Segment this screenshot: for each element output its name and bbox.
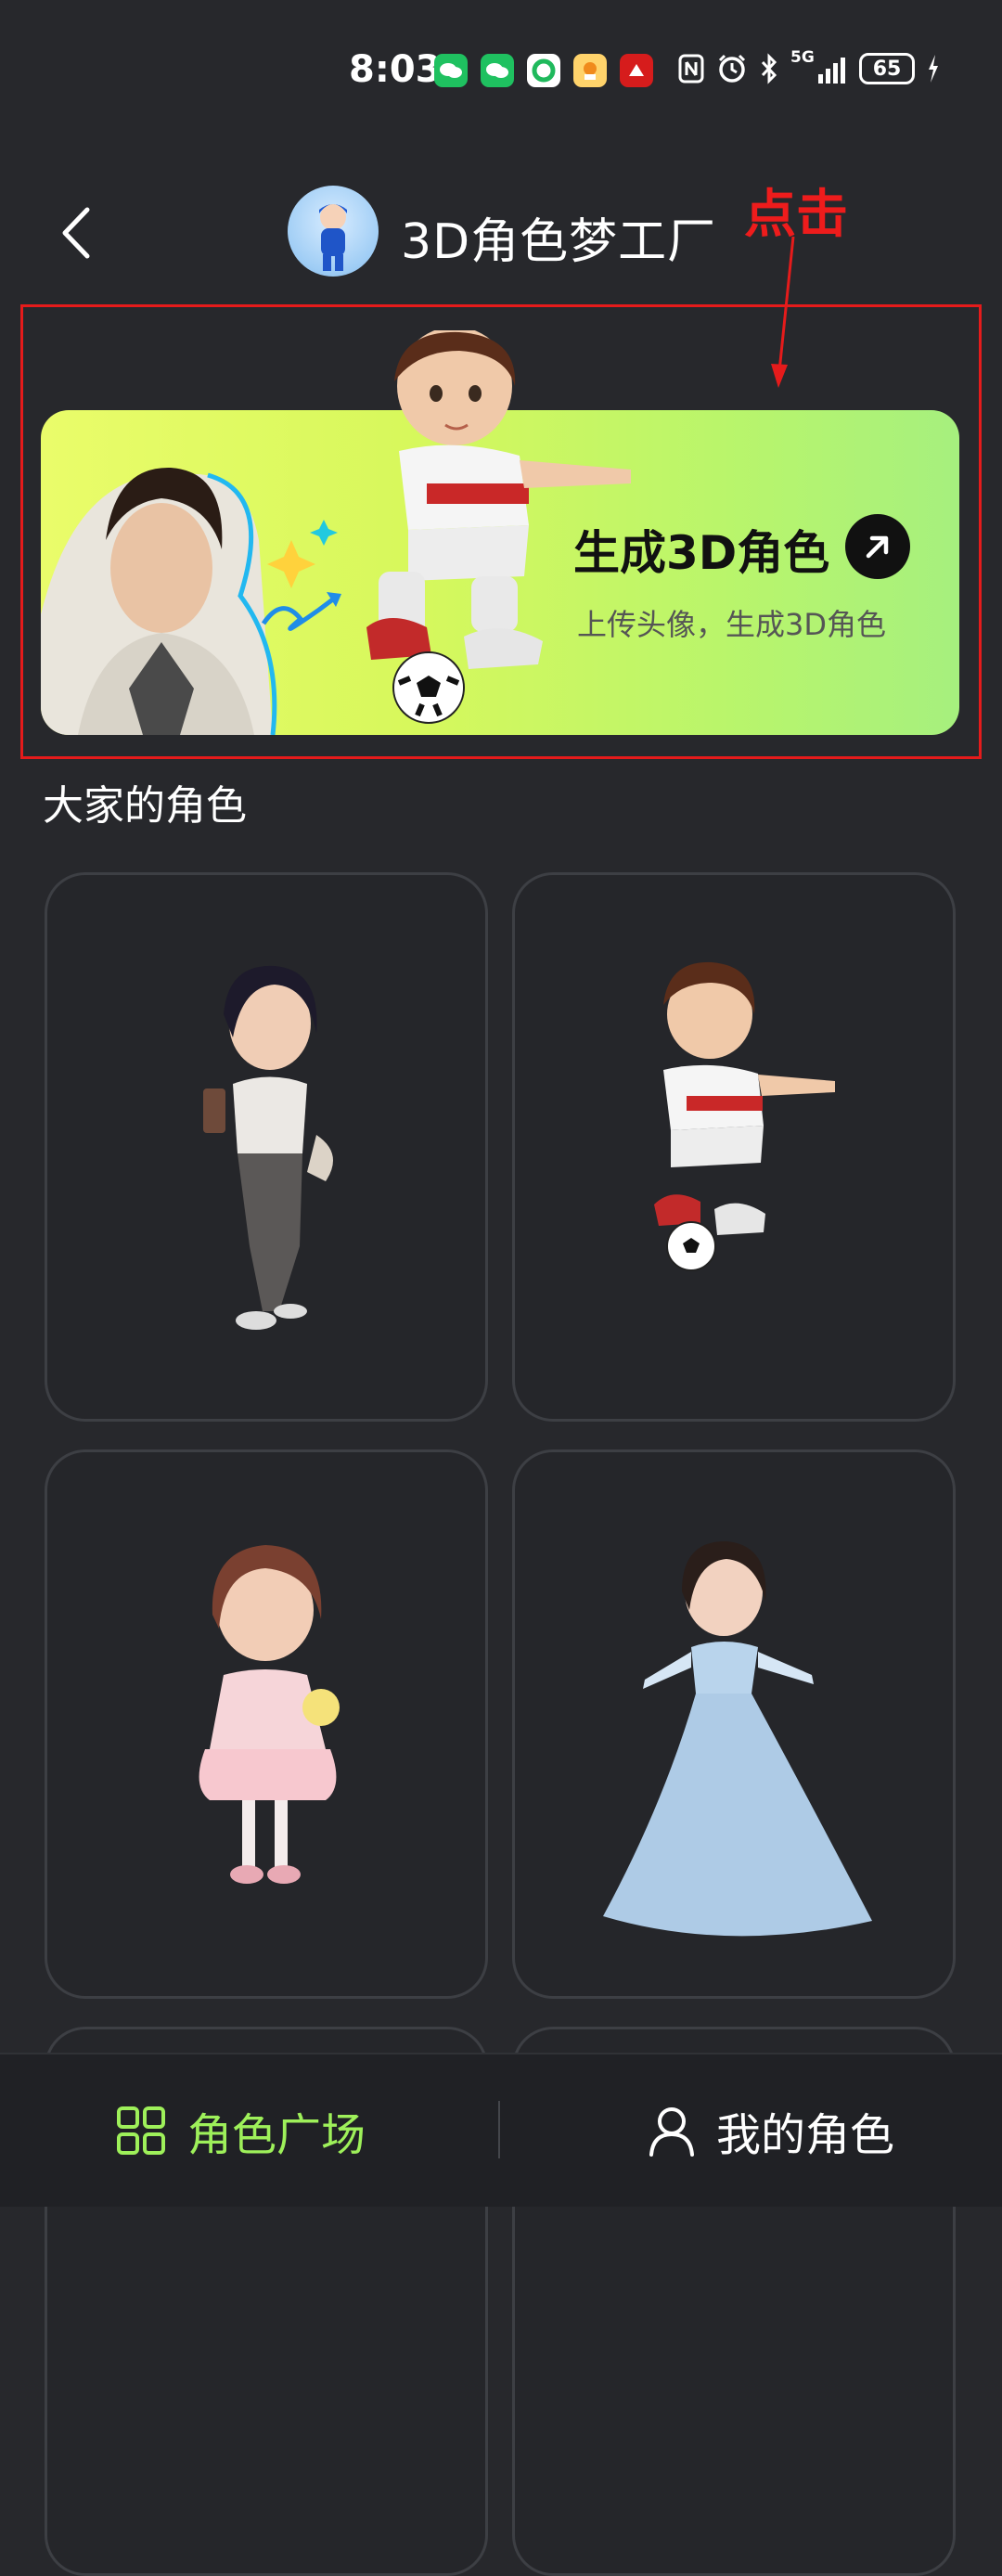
annotation-label: 点击 (744, 185, 848, 245)
back-button[interactable] (52, 200, 108, 265)
alarm-icon (718, 54, 746, 83)
grid-icon (117, 2106, 165, 2155)
character-card-girl-with-toy[interactable] (45, 1449, 488, 1999)
wechat-icon (434, 54, 468, 87)
nav-divider (498, 2101, 500, 2158)
bluetooth-icon (761, 53, 777, 84)
nfc-icon (678, 54, 704, 84)
character-image (654, 961, 835, 1271)
status-bar: 8:03 5G 65 (0, 0, 1002, 139)
character-card-girl-with-coffee[interactable] (45, 872, 488, 1422)
battery-icon: 65 (859, 53, 915, 84)
character-card-princess-blue-dress[interactable] (512, 1449, 956, 1999)
page-title: 3D角色梦工厂 (401, 214, 717, 270)
character-image (199, 1545, 340, 1884)
person-icon (649, 2107, 694, 2157)
battery-level: 65 (872, 57, 902, 81)
app-avatar (288, 186, 379, 277)
notification-icons (434, 54, 653, 87)
arrow-up-right-icon (866, 535, 889, 559)
section-title: 大家的角色 (43, 782, 247, 830)
soccer-player-figure (366, 330, 631, 724)
character-image (603, 1540, 872, 1937)
tab-character-square[interactable]: 角色广场 (115, 2054, 366, 2207)
status-time: 8:03 (349, 48, 442, 91)
tab-my-characters[interactable]: 我的角色 (648, 2054, 894, 2207)
character-card-boy-soccer-player[interactable] (512, 872, 956, 1422)
character-image (203, 965, 333, 1330)
signal-icon: 5G (790, 48, 848, 85)
red-app-icon (620, 54, 653, 87)
mascot-app-icon (573, 54, 607, 87)
bottom-nav: 角色广场 我的角色 (0, 2053, 1002, 2207)
chevron-left-icon (62, 207, 90, 259)
tab-label: 角色广场 (187, 2109, 366, 2161)
app-header: 3D角色梦工厂 (0, 176, 1002, 288)
system-icons: 5G 65 (677, 48, 941, 85)
charging-icon (929, 55, 938, 83)
banner-go-button[interactable] (845, 514, 910, 579)
spiral-app-icon (527, 54, 560, 87)
wechat-icon (481, 54, 514, 87)
tab-label: 我的角色 (716, 2109, 895, 2161)
